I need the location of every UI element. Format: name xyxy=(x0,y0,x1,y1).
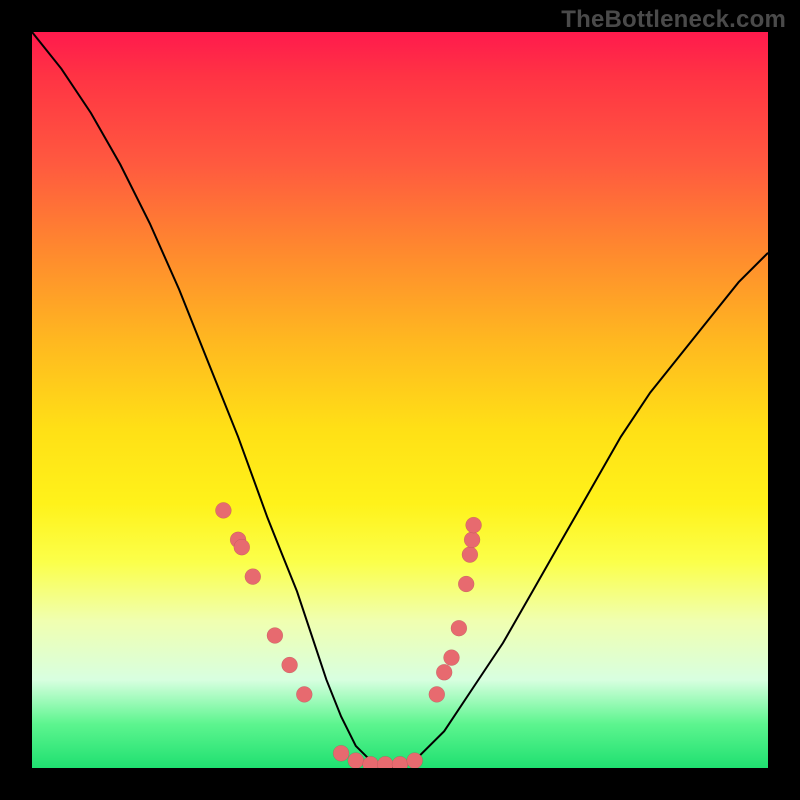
data-point xyxy=(282,657,298,673)
data-point xyxy=(245,569,261,585)
data-point xyxy=(462,547,478,563)
bottleneck-curve xyxy=(32,32,768,768)
data-point xyxy=(407,753,423,768)
data-point xyxy=(363,756,379,768)
data-point xyxy=(215,502,231,518)
chart-stage: TheBottleneck.com xyxy=(0,0,800,800)
data-point xyxy=(296,686,312,702)
data-point xyxy=(444,650,460,666)
data-point xyxy=(333,745,349,761)
data-point xyxy=(451,620,467,636)
data-point xyxy=(464,532,480,548)
data-point xyxy=(436,664,452,680)
data-point xyxy=(377,756,393,768)
data-point xyxy=(466,517,482,533)
data-points-group xyxy=(215,502,481,768)
plot-area xyxy=(32,32,768,768)
watermark-text: TheBottleneck.com xyxy=(561,6,786,34)
data-point xyxy=(267,628,283,644)
data-point xyxy=(458,576,474,592)
data-point xyxy=(392,756,408,768)
data-point xyxy=(234,539,250,555)
chart-svg xyxy=(32,32,768,768)
data-point xyxy=(429,686,445,702)
data-point xyxy=(348,753,364,768)
